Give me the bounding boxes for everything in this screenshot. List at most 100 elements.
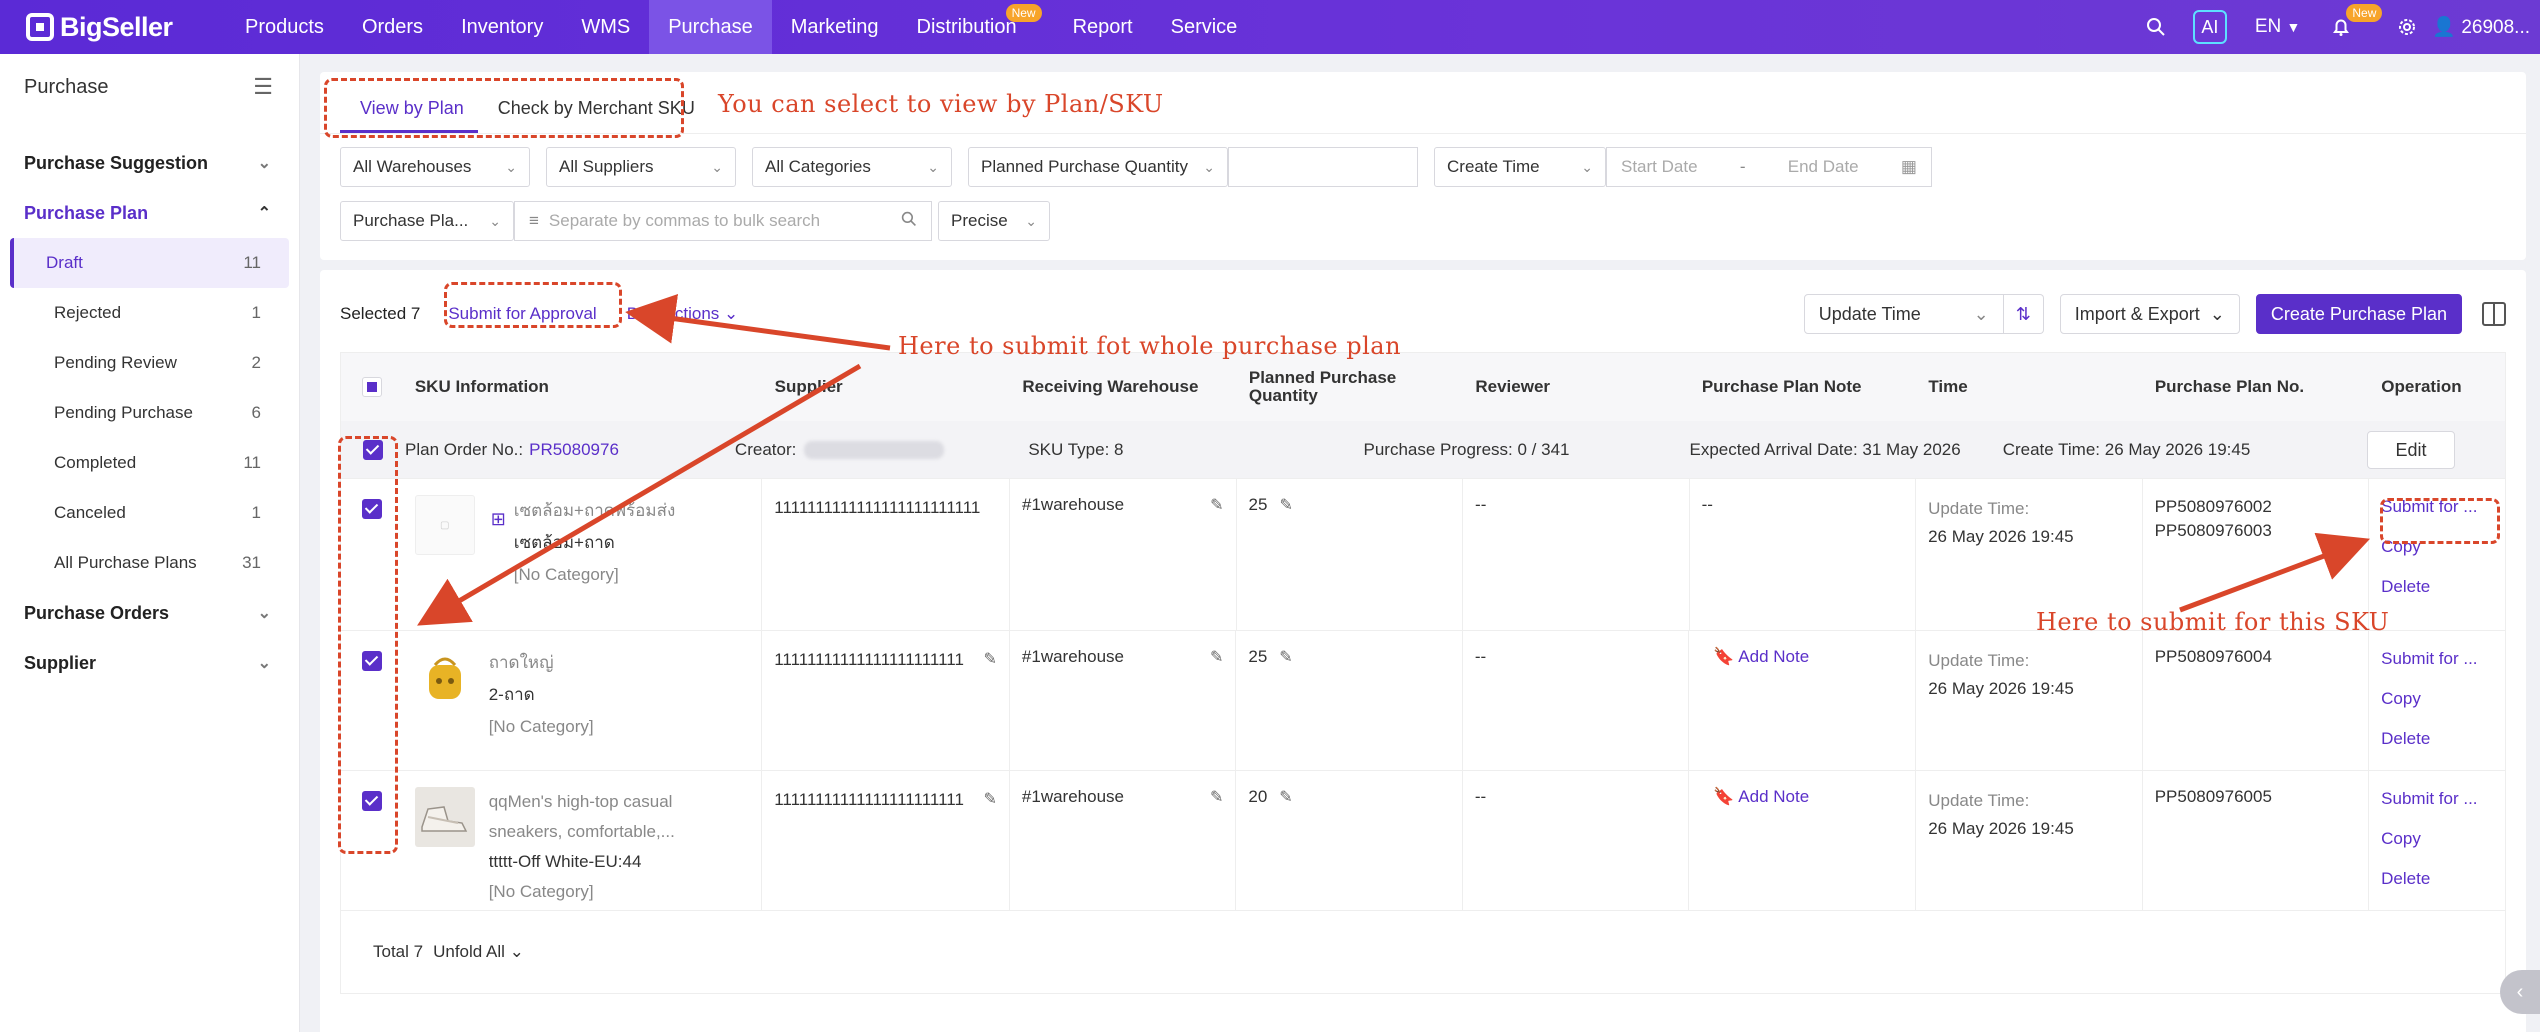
date-range-input[interactable]: Start Date - End Date ▦	[1606, 147, 1932, 187]
nav-service[interactable]: Service	[1152, 0, 1257, 54]
caret-down-icon: ▼	[2286, 19, 2301, 35]
table-footer: Total 7 Unfold All ⌄	[341, 911, 2505, 993]
user-menu[interactable]: 👤 26908...	[2432, 15, 2530, 39]
select-value: Create Time	[1447, 157, 1540, 176]
unfold-all-button[interactable]: Unfold All ⌄	[433, 942, 524, 962]
range-separator: -	[1739, 157, 1746, 176]
brand-logo[interactable]: BigSeller	[26, 12, 226, 43]
nav-orders[interactable]: Orders	[343, 0, 442, 54]
chevron-down-icon: ⌄	[2209, 303, 2225, 324]
sidebar-group-supplier[interactable]: Supplier ⌄	[0, 638, 299, 688]
reviewer-cell: --	[1463, 631, 1690, 770]
edit-pencil-icon[interactable]: ✎	[1279, 649, 1292, 666]
col-sku: SKU Information	[414, 377, 549, 396]
edit-pencil-icon[interactable]: ✎	[1279, 497, 1292, 514]
chevron-down-icon: ⌄	[505, 158, 517, 175]
submit-highlight-box	[444, 282, 622, 328]
sort-order-button[interactable]: ⇅	[2003, 294, 2044, 334]
total-count: Total 7	[373, 942, 424, 961]
quantity-input[interactable]	[1228, 147, 1418, 187]
edit-pencil-icon[interactable]: ✎	[1210, 647, 1223, 754]
sidebar-item-pending-review[interactable]: Pending Review 2	[10, 338, 289, 388]
import-export-menu[interactable]: Import & Export ⌄	[2059, 294, 2240, 334]
sidebar-item-pending-purchase[interactable]: Pending Purchase 6	[10, 388, 289, 438]
end-date-placeholder: End Date	[1787, 157, 1859, 176]
add-note-button[interactable]: 🔖 Add Note	[1713, 647, 1809, 666]
delete-button[interactable]: Delete	[2381, 567, 2493, 607]
nav-distribution[interactable]: Distribution New	[898, 0, 1042, 54]
sidebar-title: Purchase	[24, 75, 109, 98]
edit-pencil-icon[interactable]: ✎	[1279, 789, 1292, 806]
category-select[interactable]: All Categories ⌄	[752, 147, 952, 187]
edit-pencil-icon[interactable]: ✎	[1210, 787, 1223, 894]
sidebar-item-rejected[interactable]: Rejected 1	[10, 288, 289, 338]
nav-inventory[interactable]: Inventory	[442, 0, 562, 54]
sort-field-select[interactable]: Update Time ⌄	[1803, 294, 2004, 334]
nav-wms[interactable]: WMS	[562, 0, 649, 54]
col-plan-no: Purchase Plan No.	[2154, 377, 2305, 396]
sidebar-item-all-plans[interactable]: All Purchase Plans 31	[10, 538, 289, 588]
select-value: All Suppliers	[559, 157, 654, 176]
select-value: Precise	[951, 211, 1008, 230]
sku-name[interactable]: ถาดใหญ่	[489, 647, 594, 679]
product-thumbnail[interactable]	[414, 647, 475, 707]
warehouse-select[interactable]: All Warehouses ⌄	[340, 147, 530, 187]
item-label: Pending Review	[54, 353, 177, 372]
supplier-select[interactable]: All Suppliers ⌄	[546, 147, 736, 187]
plan-order-link[interactable]: PR5080976	[529, 440, 619, 460]
nav-report[interactable]: Report	[1054, 0, 1152, 54]
search-placeholder: Separate by commas to bulk search	[548, 211, 821, 230]
time-type-select[interactable]: Create Time ⌄	[1434, 147, 1606, 187]
search-icon[interactable]	[2145, 16, 2167, 38]
bell-icon[interactable]: New	[2330, 4, 2383, 38]
chevron-down-icon: ⌄	[257, 605, 271, 622]
sidebar-group-orders[interactable]: Purchase Orders ⌄	[0, 588, 299, 638]
nav-marketing[interactable]: Marketing	[772, 0, 898, 54]
sku-name[interactable]: qqMen's high-top casual sneakers, comfor…	[489, 787, 699, 847]
copy-button[interactable]: Copy	[2381, 679, 2493, 719]
nav-label: Orders	[361, 15, 424, 38]
edit-pencil-icon[interactable]: ✎	[1210, 495, 1223, 614]
gear-icon[interactable]	[2396, 16, 2418, 38]
item-label: Pending Purchase	[54, 403, 193, 422]
search-field-select[interactable]: Purchase Pla... ⌄	[340, 201, 514, 241]
ai-button[interactable]: AI	[2192, 10, 2227, 44]
column-settings-icon[interactable]	[2482, 302, 2506, 326]
sku-name[interactable]: เซตล้อม+ถาดพร้อมส่ง	[514, 495, 694, 527]
product-thumbnail[interactable]	[414, 787, 475, 847]
create-purchase-plan-button[interactable]: Create Purchase Plan	[2255, 294, 2462, 334]
copy-button[interactable]: Copy	[2381, 819, 2493, 859]
sidebar-group-suggestion[interactable]: Purchase Suggestion ⌄	[0, 138, 299, 188]
add-note-button[interactable]: 🔖 Add Note	[1713, 787, 1809, 806]
delete-button[interactable]: Delete	[2381, 719, 2493, 759]
plan-no: PP5080976005	[2154, 787, 2272, 806]
expected-arrival: Expected Arrival Date: 31 May 2026	[1689, 439, 1961, 459]
side-collapse-handle[interactable]: ‹	[2500, 970, 2540, 1014]
main-content: View by Plan Check by Merchant SKU All W…	[320, 72, 2526, 1032]
sidebar-item-draft[interactable]: Draft 11	[10, 238, 289, 288]
search-icon[interactable]	[901, 211, 917, 232]
sidebar-group-plan[interactable]: Purchase Plan ⌃	[0, 188, 299, 238]
match-mode-select[interactable]: Precise ⌄	[938, 201, 1050, 241]
nav-label: Service	[1170, 15, 1238, 38]
operation-cell: Submit for ... Copy Delete	[2369, 771, 2505, 910]
collapse-menu-icon[interactable]: ☰	[253, 74, 273, 100]
language-select[interactable]: EN ▼	[2255, 16, 2301, 38]
nav-purchase[interactable]: Purchase	[649, 0, 772, 54]
quantity-select[interactable]: Planned Purchase Quantity ⌄	[968, 147, 1228, 187]
item-label: Draft	[46, 253, 83, 272]
sidebar-item-canceled[interactable]: Canceled 1	[10, 488, 289, 538]
edit-pencil-icon[interactable]: ✎	[984, 647, 997, 754]
plan-no-cell: PP5080976004	[2143, 631, 2370, 770]
select-all-checkbox[interactable]	[361, 377, 382, 397]
search-input[interactable]: ≡ Separate by commas to bulk search	[514, 201, 932, 241]
delete-button[interactable]: Delete	[2381, 859, 2493, 899]
nav-products[interactable]: Products	[226, 0, 343, 54]
sidebar-item-completed[interactable]: Completed 11	[10, 438, 289, 488]
submit-sku-button[interactable]: Submit for ...	[2381, 779, 2493, 819]
submit-sku-button[interactable]: Submit for ...	[2381, 639, 2493, 679]
plan-create-time: Create Time: 26 May 2026 19:45	[2002, 439, 2251, 459]
edit-plan-button[interactable]: Edit	[2367, 431, 2455, 469]
bulk-actions-menu[interactable]: Bulk Actions ⌄	[627, 304, 739, 324]
edit-pencil-icon[interactable]: ✎	[984, 787, 997, 894]
